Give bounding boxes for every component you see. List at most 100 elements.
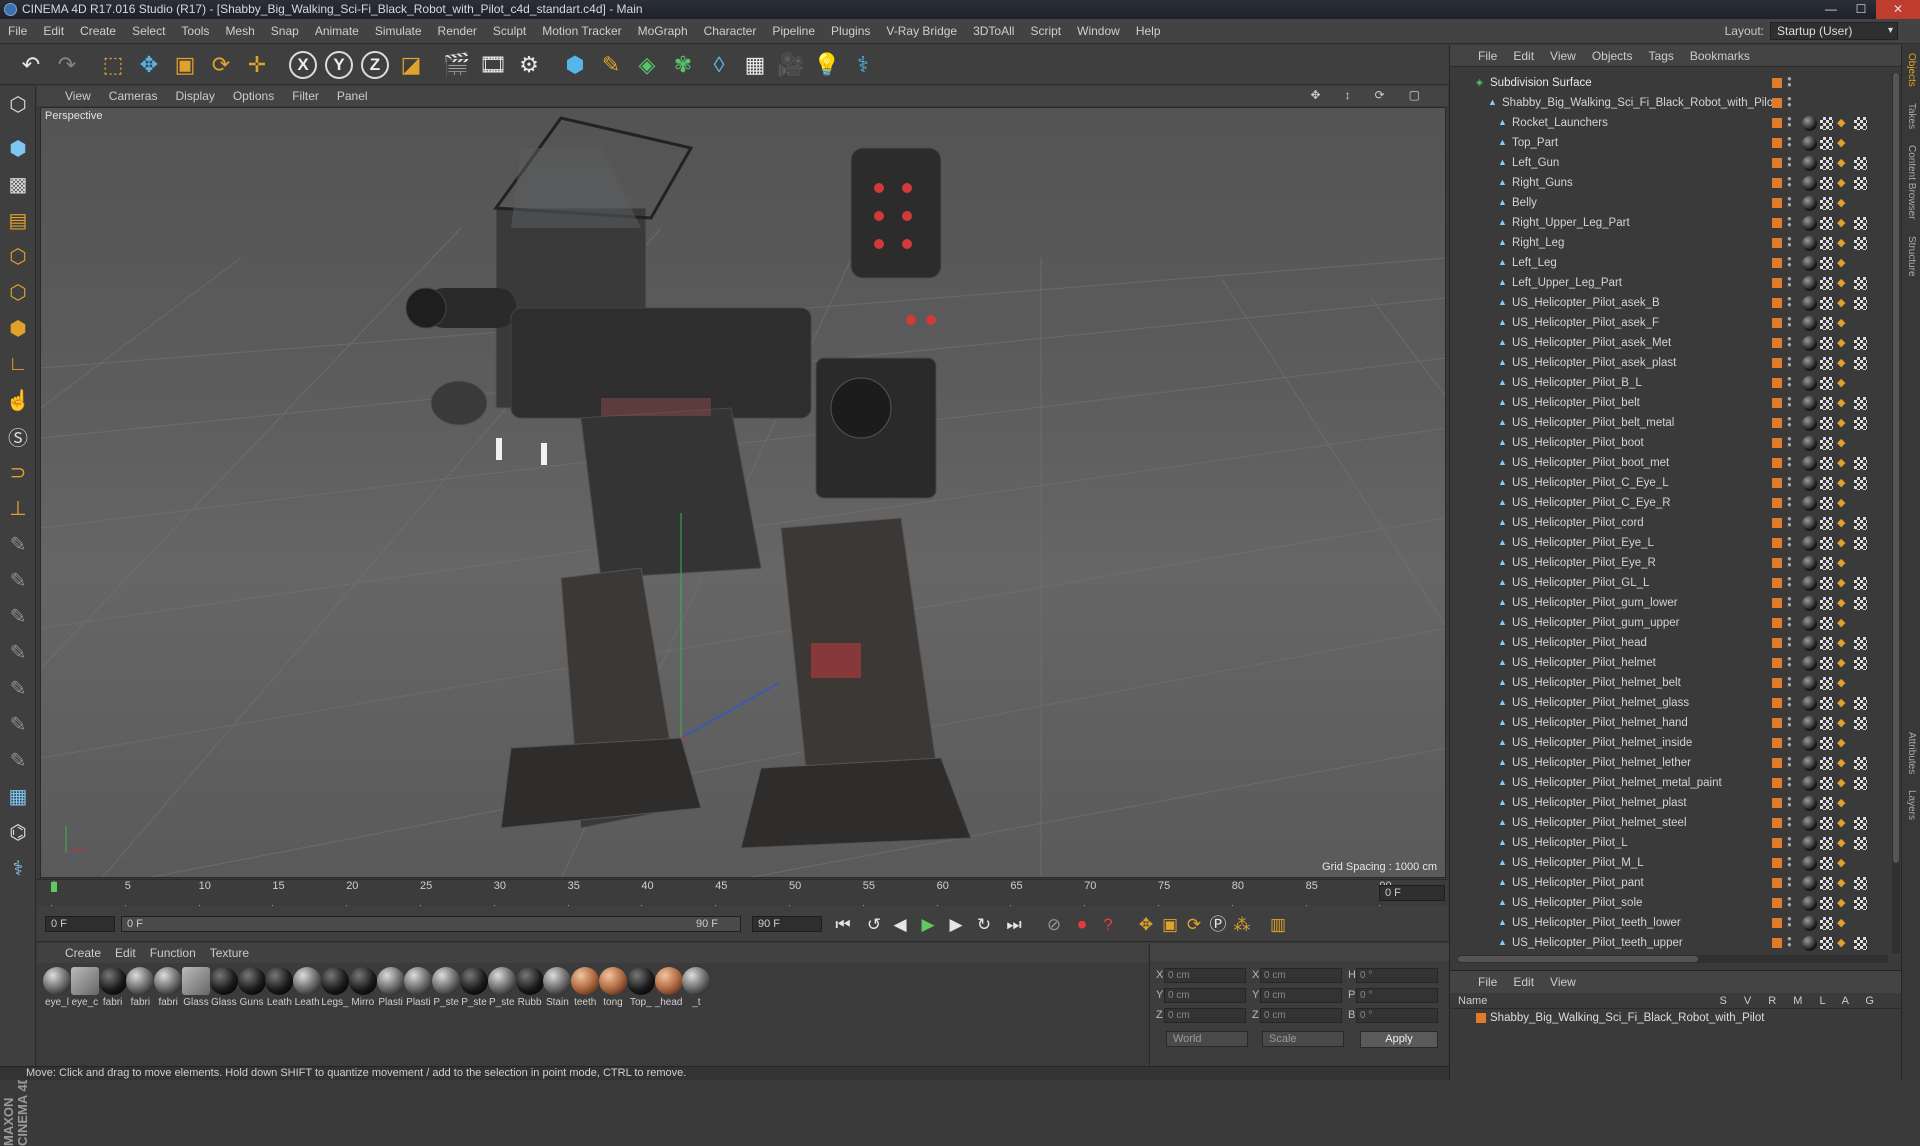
texture-tag-icon[interactable] xyxy=(1820,857,1833,870)
visibility-dots[interactable]: ● ● xyxy=(1787,675,1792,689)
visibility-dots[interactable]: ● ● xyxy=(1787,395,1792,409)
visibility-dots[interactable]: ● ● xyxy=(1787,335,1792,349)
coord-field[interactable]: 0 cm xyxy=(1164,968,1246,983)
material-tag-icon[interactable] xyxy=(1802,156,1817,171)
object-menu-edit[interactable]: Edit xyxy=(1513,49,1534,63)
texture-tag-icon[interactable] xyxy=(1820,817,1833,830)
object-row[interactable]: ▲ US_Helicopter_Pilot_Eye_R ● ● ◆ xyxy=(1450,553,1890,573)
edges-mode-icon[interactable]: ⬡ xyxy=(0,274,36,310)
material-menu-texture[interactable]: Texture xyxy=(210,946,249,960)
menu-item-motion-tracker[interactable]: Motion Tracker xyxy=(534,24,629,38)
object-row[interactable]: ▲ Right_Upper_Leg_Part ● ● ◆ xyxy=(1450,213,1890,233)
menu-item-v-ray-bridge[interactable]: V-Ray Bridge xyxy=(878,24,965,38)
visibility-dots[interactable]: ● ● xyxy=(1787,75,1792,89)
texture-tag-icon[interactable] xyxy=(1854,897,1867,910)
texture-tag-icon[interactable] xyxy=(1820,917,1833,930)
workplane-mode-icon[interactable]: ▤ xyxy=(0,202,36,238)
object-row[interactable]: ▲ US_Helicopter_Pilot_helmet_hand ● ● ◆ xyxy=(1450,713,1890,733)
material-menu-function[interactable]: Function xyxy=(150,946,196,960)
material-tag-icon[interactable] xyxy=(1802,556,1817,571)
texture-tag-icon[interactable] xyxy=(1854,877,1867,890)
texture-tag-icon[interactable] xyxy=(1854,297,1867,310)
visibility-dots[interactable]: ● ● xyxy=(1787,175,1792,189)
texture-tag-icon[interactable] xyxy=(1820,417,1833,430)
object-row[interactable]: ▲ US_Helicopter_Pilot_C_Eye_L ● ● ◆ xyxy=(1450,473,1890,493)
coord-field[interactable]: 0 ° xyxy=(1356,968,1438,983)
coord-field[interactable]: 0 cm xyxy=(1260,968,1342,983)
world-dropdown[interactable]: World xyxy=(1166,1031,1248,1047)
texture-tag-icon[interactable] xyxy=(1820,317,1833,330)
spline-pen-icon[interactable]: ✎ xyxy=(594,48,628,82)
texture-tag-icon[interactable] xyxy=(1820,657,1833,670)
object-row[interactable]: ▲ Left_Leg ● ● ◆ xyxy=(1450,253,1890,273)
object-row[interactable]: ◈ Subdivision Surface ● ● xyxy=(1450,73,1890,93)
zoom-view-icon[interactable]: ↕ xyxy=(1345,88,1351,102)
apply-button[interactable]: Apply xyxy=(1360,1031,1438,1048)
texture-tag-icon[interactable] xyxy=(1820,197,1833,210)
material-tag-icon[interactable] xyxy=(1802,776,1817,791)
texture-tag-icon[interactable] xyxy=(1820,457,1833,470)
brush-tool-6-icon[interactable]: ✎ xyxy=(0,706,36,742)
material-tag-icon[interactable] xyxy=(1802,336,1817,351)
layer-menu-view[interactable]: View xyxy=(1550,975,1576,989)
side-tab-attributes[interactable]: Attributes xyxy=(1902,724,1917,782)
texture-tag-icon[interactable] xyxy=(1820,297,1833,310)
visibility-dots[interactable]: ● ● xyxy=(1787,555,1792,569)
material-tag-icon[interactable] xyxy=(1802,236,1817,251)
object-row[interactable]: ▲ US_Helicopter_Pilot_gum_upper ● ● ◆ xyxy=(1450,613,1890,633)
frame-range-slider[interactable]: 0 F 90 F xyxy=(121,916,741,932)
polygons-mode-icon[interactable]: ⬢ xyxy=(0,310,36,346)
scale-dropdown[interactable]: Scale xyxy=(1262,1031,1344,1047)
record-icon[interactable]: ⏺ xyxy=(1071,914,1093,936)
material-tag-icon[interactable] xyxy=(1802,536,1817,551)
object-row[interactable]: ▲ US_Helicopter_Pilot_Eye_L ● ● ◆ xyxy=(1450,533,1890,553)
undo-icon[interactable]: ↶ xyxy=(14,48,48,82)
visibility-dots[interactable]: ● ● xyxy=(1787,135,1792,149)
playhead[interactable] xyxy=(51,882,57,892)
object-row[interactable]: ▲ US_Helicopter_Pilot_C_Eye_R ● ● ◆ xyxy=(1450,493,1890,513)
visibility-dots[interactable]: ● ● xyxy=(1787,195,1792,209)
side-tab-structure[interactable]: Structure xyxy=(1902,228,1917,285)
material-tag-icon[interactable] xyxy=(1802,596,1817,611)
material-tag-icon[interactable] xyxy=(1802,756,1817,771)
make-editable-icon[interactable]: ⬡ xyxy=(0,86,36,122)
texture-tag-icon[interactable] xyxy=(1854,637,1867,650)
material-tag-icon[interactable] xyxy=(1802,696,1817,711)
material-tag-icon[interactable] xyxy=(1802,116,1817,131)
visibility-dots[interactable]: ● ● xyxy=(1787,475,1792,489)
menu-item-sculpt[interactable]: Sculpt xyxy=(485,24,534,38)
recent-tool-icon[interactable]: ✛ xyxy=(240,48,274,82)
material-tag-icon[interactable] xyxy=(1802,376,1817,391)
texture-tag-icon[interactable] xyxy=(1820,437,1833,450)
visibility-dots[interactable]: ● ● xyxy=(1787,455,1792,469)
object-row[interactable]: ▲ Rocket_Launchers ● ● ◆ xyxy=(1450,113,1890,133)
next-frame-icon[interactable]: ▶ xyxy=(945,914,967,936)
maximize-view-icon[interactable]: ▢ xyxy=(1409,88,1420,102)
menu-item-3dtoall[interactable]: 3DToAll xyxy=(965,24,1022,38)
texture-tag-icon[interactable] xyxy=(1820,557,1833,570)
object-row[interactable]: ▲ US_Helicopter_Pilot_teeth_lower ● ● ◆ xyxy=(1450,913,1890,933)
object-row[interactable]: ▲ US_Helicopter_Pilot_asek_Met ● ● ◆ xyxy=(1450,333,1890,353)
visibility-dots[interactable]: ● ● xyxy=(1787,435,1792,449)
object-row[interactable]: ▲ US_Helicopter_Pilot_asek_plast ● ● ◆ xyxy=(1450,353,1890,373)
texture-tag-icon[interactable] xyxy=(1820,637,1833,650)
object-row[interactable]: ▲ Belly ● ● ◆ xyxy=(1450,193,1890,213)
texture-tag-icon[interactable] xyxy=(1820,397,1833,410)
edit-render-settings-icon[interactable]: ⚙ xyxy=(512,48,546,82)
object-row[interactable]: ▲ US_Helicopter_Pilot_teeth_upper ● ● ◆ xyxy=(1450,933,1890,953)
texture-tag-icon[interactable] xyxy=(1820,377,1833,390)
viewport-menu-display[interactable]: Display xyxy=(175,89,214,103)
current-frame-field[interactable]: 0 F xyxy=(1379,885,1445,901)
visibility-dots[interactable]: ● ● xyxy=(1787,895,1792,909)
layer-menu-edit[interactable]: Edit xyxy=(1513,975,1534,989)
object-menu-view[interactable]: View xyxy=(1550,49,1576,63)
coord-field[interactable]: 0 cm xyxy=(1260,988,1342,1003)
texture-tag-icon[interactable] xyxy=(1854,117,1867,130)
tweak-mode-icon[interactable]: ☝ xyxy=(0,382,36,418)
object-row[interactable]: ▲ US_Helicopter_Pilot_helmet ● ● ◆ xyxy=(1450,653,1890,673)
object-tree-vertical-scrollbar[interactable] xyxy=(1892,73,1900,953)
object-row[interactable]: ▲ US_Helicopter_Pilot_gum_lower ● ● ◆ xyxy=(1450,593,1890,613)
points-mode-icon[interactable]: ⬡ xyxy=(0,238,36,274)
menu-item-script[interactable]: Script xyxy=(1022,24,1069,38)
go-to-start-icon[interactable]: ⏮ xyxy=(832,914,854,936)
